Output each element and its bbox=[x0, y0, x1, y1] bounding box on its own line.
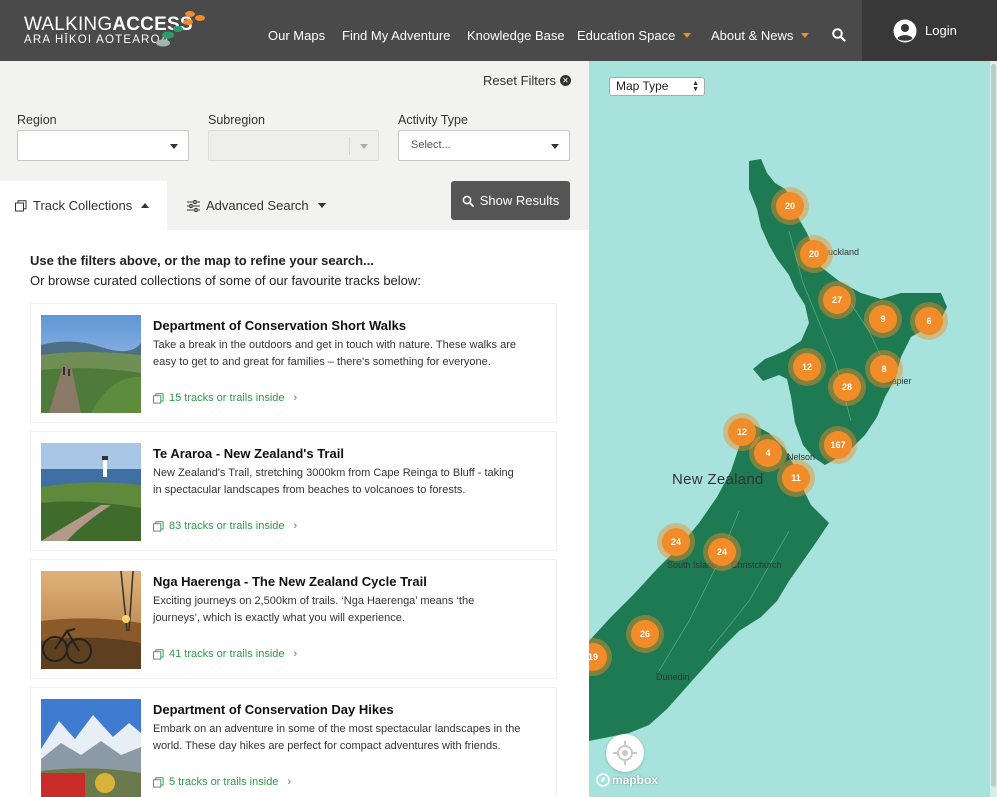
collection-description: New Zealand's Trail, stretching 3000km f… bbox=[153, 467, 514, 496]
search-icon[interactable] bbox=[831, 27, 847, 43]
collection-thumbnail bbox=[41, 443, 141, 541]
collection-thumbnail bbox=[41, 315, 141, 413]
collection-title: Nga Haerenga - The New Zealand Cycle Tra… bbox=[153, 574, 427, 589]
scrollbar-thumb[interactable] bbox=[991, 64, 996, 787]
collection-tracks-link[interactable]: 5 tracks or trails inside › bbox=[153, 776, 291, 788]
chevron-right-icon: › bbox=[287, 776, 292, 788]
walking-access-logo[interactable]: WALKINGACCESS ARA HĪKOI AOTEAROA bbox=[24, 11, 205, 52]
map-cluster[interactable]: 27 bbox=[818, 281, 856, 319]
map-cluster[interactable]: 28 bbox=[828, 368, 866, 406]
collection-title: Department of Conservation Short Walks bbox=[153, 318, 407, 333]
logo-subtitle: ARA HĪKOI AOTEAROA bbox=[24, 34, 170, 46]
chevron-down-icon bbox=[360, 144, 368, 149]
new-zealand-map bbox=[589, 159, 947, 741]
login-label: Login bbox=[925, 23, 957, 38]
map-cluster[interactable]: 24 bbox=[703, 533, 741, 571]
intro-heading: Use the filters above, or the map to ref… bbox=[30, 253, 374, 268]
user-avatar-icon bbox=[893, 19, 917, 42]
collection-card[interactable]: Department of Conservation Day Hikes Emb… bbox=[30, 687, 557, 797]
map-cluster[interactable]: 8 bbox=[865, 350, 903, 388]
close-circle-icon: ✕ bbox=[559, 75, 571, 86]
collection-title: Te Araroa - New Zealand's Trail bbox=[153, 446, 344, 461]
map-cluster[interactable]: 12 bbox=[788, 348, 826, 386]
collection-card[interactable]: Te Araroa - New Zealand's Trail New Zeal… bbox=[30, 431, 557, 551]
nav-knowledge-base[interactable]: Knowledge Base bbox=[467, 28, 565, 43]
locate-me-button[interactable] bbox=[606, 734, 644, 772]
country-label: New Zealand bbox=[672, 471, 764, 488]
tab-track-collections[interactable]: Track Collections bbox=[0, 181, 167, 230]
login-button[interactable]: Login bbox=[862, 0, 997, 61]
map-cluster[interactable]: 20 bbox=[771, 187, 809, 225]
activity-type-select[interactable]: Select... bbox=[398, 130, 570, 161]
reset-filters-label: Reset Filters bbox=[483, 73, 556, 88]
collection-title: Department of Conservation Day Hikes bbox=[153, 702, 394, 717]
chevron-down-icon bbox=[551, 144, 559, 149]
mapbox-attribution[interactable]: mapbox bbox=[596, 773, 658, 787]
map-cluster[interactable]: 24 bbox=[657, 523, 695, 561]
select-separator bbox=[349, 137, 350, 155]
chevron-right-icon: › bbox=[293, 392, 298, 404]
map-cluster[interactable]: 26 bbox=[626, 615, 664, 653]
chevron-right-icon: › bbox=[293, 520, 298, 532]
show-results-button[interactable]: Show Results bbox=[451, 181, 570, 220]
mapbox-logo-icon bbox=[596, 773, 610, 787]
site-header: WALKINGACCESS ARA HĪKOI AOTEAROA Our Map… bbox=[0, 0, 997, 61]
intro-subtext: Or browse curated collections of some of… bbox=[30, 273, 421, 288]
chevron-down-icon bbox=[317, 203, 326, 208]
collection-icon bbox=[15, 199, 27, 211]
chevron-down-icon bbox=[683, 33, 692, 38]
logo-mark-icon bbox=[156, 11, 205, 47]
collection-thumbnail bbox=[41, 699, 141, 797]
map-view[interactable]: Map Type ▲ ▼ Auckland Napier Nelson South… bbox=[589, 61, 997, 797]
place-label: Dunedin bbox=[656, 672, 690, 682]
region-label: Region bbox=[17, 113, 57, 127]
collection-description: Embark on an adventure in some of the mo… bbox=[153, 723, 521, 752]
search-panel: Reset Filters ✕ Region Subregion Activit… bbox=[0, 61, 589, 797]
collection-icon bbox=[153, 648, 164, 660]
crosshair-icon bbox=[613, 741, 637, 765]
map-cluster[interactable]: 167 bbox=[819, 426, 857, 464]
chevron-up-icon bbox=[141, 203, 150, 208]
chevron-down-icon bbox=[170, 144, 178, 149]
collection-tracks-link[interactable]: 41 tracks or trails inside › bbox=[153, 648, 297, 660]
nav-find-my-adventure[interactable]: Find My Adventure bbox=[342, 28, 450, 43]
collection-tracks-link[interactable]: 15 tracks or trails inside › bbox=[153, 392, 297, 404]
chevron-down-icon bbox=[801, 33, 810, 38]
nav-our-maps[interactable]: Our Maps bbox=[268, 28, 325, 43]
map-type-select[interactable]: Map Type ▲ ▼ bbox=[609, 77, 705, 96]
map-cluster[interactable]: 6 bbox=[910, 302, 948, 340]
activity-type-placeholder: Select... bbox=[411, 139, 451, 151]
subregion-select[interactable] bbox=[208, 130, 379, 161]
map-scrollbar[interactable] bbox=[990, 61, 997, 797]
chevron-right-icon: › bbox=[293, 648, 298, 660]
subregion-label: Subregion bbox=[208, 113, 265, 127]
collection-card[interactable]: Department of Conservation Short Walks T… bbox=[30, 303, 557, 423]
collection-tracks-link[interactable]: 83 tracks or trails inside › bbox=[153, 520, 297, 532]
tab-advanced-search[interactable]: Advanced Search bbox=[187, 181, 326, 230]
map-cluster[interactable]: 20 bbox=[795, 235, 833, 273]
collection-icon bbox=[153, 776, 164, 788]
nav-education-space[interactable]: Education Space bbox=[577, 28, 692, 43]
map-cluster[interactable]: 11 bbox=[777, 459, 815, 497]
region-select[interactable] bbox=[17, 130, 189, 161]
sliders-icon bbox=[187, 199, 200, 212]
collection-thumbnail bbox=[41, 571, 141, 669]
collection-description: Take a break in the outdoors and get in … bbox=[153, 339, 517, 368]
search-icon bbox=[462, 195, 474, 207]
collection-icon bbox=[153, 520, 164, 532]
collections-content: Use the filters above, or the map to ref… bbox=[0, 230, 589, 797]
collection-icon bbox=[153, 392, 164, 404]
nav-about-news[interactable]: About & News bbox=[711, 28, 810, 43]
select-arrows-icon: ▲ ▼ bbox=[692, 80, 699, 93]
collection-card[interactable]: Nga Haerenga - The New Zealand Cycle Tra… bbox=[30, 559, 557, 679]
activity-type-label: Activity Type bbox=[398, 113, 468, 127]
collection-description: Exciting journeys on 2,500km of trails. … bbox=[153, 595, 475, 624]
map-cluster[interactable]: 9 bbox=[864, 300, 902, 338]
reset-filters-button[interactable]: Reset Filters ✕ bbox=[483, 73, 571, 88]
place-label: Christchurch bbox=[731, 560, 782, 570]
